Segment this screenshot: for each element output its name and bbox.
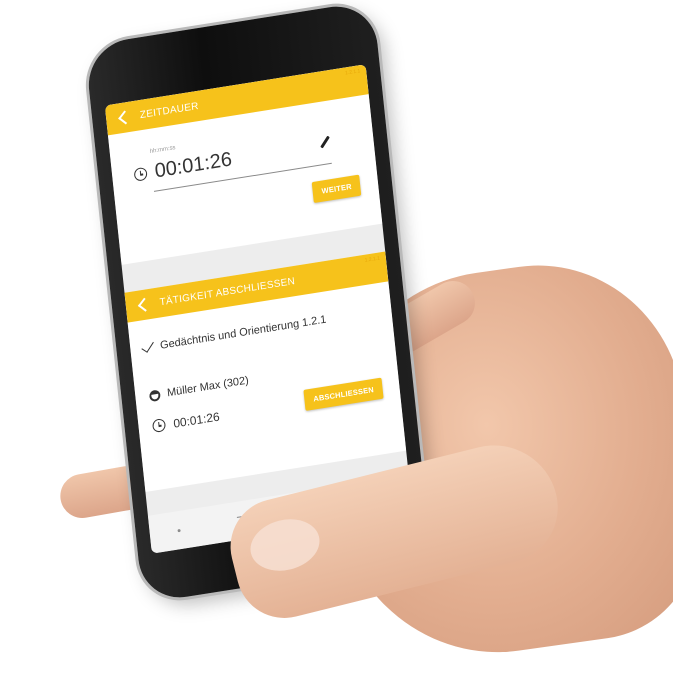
face-icon <box>148 389 161 403</box>
alarm-clock-icon <box>151 418 167 433</box>
finish-button[interactable]: ABSCHLIESSEN <box>303 377 384 411</box>
duration-title: ZEITDAUER <box>139 100 200 121</box>
dot-icon <box>177 528 181 532</box>
person-row: Müller Max (302) <box>148 374 250 403</box>
activity-name: Gedächtnis und Orientierung 1.2.1 <box>159 313 327 352</box>
time-format-hint: hh:mm:ss <box>149 145 176 156</box>
pencil-icon[interactable] <box>320 135 330 149</box>
duration-value: 00:01:26 <box>153 148 233 183</box>
time-row: 00:01:26 <box>151 409 221 434</box>
back-chevron-icon[interactable] <box>118 110 133 125</box>
finish-appbar: TÄTIGKEIT ABSCHLIESSEN <box>124 251 389 323</box>
back-chevron-icon[interactable] <box>137 297 152 312</box>
check-icon <box>141 338 154 353</box>
activity-row: Gedächtnis und Orientierung 1.2.1 <box>141 313 333 355</box>
finish-activity-panel: TÄTIGKEIT ABSCHLIESSEN 1.2.1.1 Gedächtni… <box>124 251 407 492</box>
finish-title: TÄTIGKEIT ABSCHLIESSEN <box>159 275 296 308</box>
person-name: Müller Max (302) <box>166 374 250 400</box>
activity-duration: 00:01:26 <box>172 409 221 431</box>
next-button[interactable]: WEITER <box>311 174 362 204</box>
alarm-clock-icon <box>133 166 148 182</box>
